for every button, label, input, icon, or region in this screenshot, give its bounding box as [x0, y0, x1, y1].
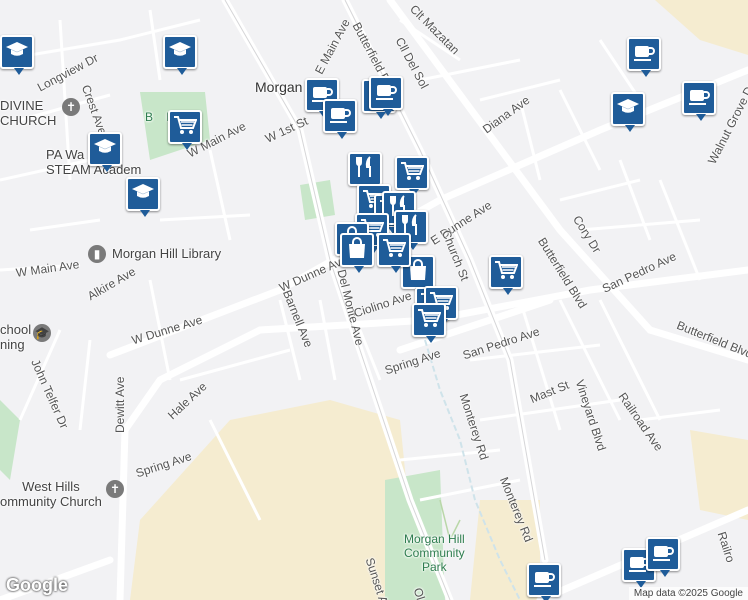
coffee-icon [651, 540, 675, 569]
street-label: Dewitt Ave [113, 376, 127, 433]
place-label-park: Morgan Hill Community Park [404, 532, 465, 574]
coffee-marker[interactable] [627, 37, 661, 77]
school-icon [168, 38, 192, 67]
shopping-cart-marker[interactable] [395, 156, 429, 196]
shopping-cart-marker[interactable] [168, 110, 202, 150]
shopping-cart-icon [417, 306, 442, 335]
shopping-cart-marker[interactable] [489, 255, 523, 295]
shopping-bag-marker[interactable] [340, 233, 374, 273]
place-label-school: chool ning [0, 322, 32, 352]
school-marker[interactable] [88, 132, 122, 172]
library-icon: ▮ [88, 245, 106, 263]
school-icon [131, 180, 155, 209]
shopping-cart-icon [494, 258, 519, 287]
school-marker[interactable] [163, 35, 197, 75]
shopping-cart-marker[interactable] [377, 233, 411, 273]
restaurant-marker[interactable] [348, 152, 382, 192]
shopping-cart-icon [400, 159, 425, 188]
school-icon [616, 95, 640, 124]
shopping-bag-icon [345, 236, 369, 265]
map-attribution[interactable]: Map data ©2025 Google [628, 587, 748, 600]
coffee-icon [632, 40, 656, 69]
shopping-cart-icon [382, 236, 407, 265]
school-icon [93, 135, 117, 164]
coffee-icon [374, 79, 398, 108]
coffee-marker[interactable] [369, 76, 403, 116]
coffee-marker[interactable] [646, 537, 680, 577]
restaurant-icon [353, 155, 377, 184]
school-marker[interactable] [0, 35, 34, 75]
city-label: Morgan [255, 79, 303, 95]
place-label-library: Morgan Hill Library [112, 246, 222, 261]
school-marker[interactable] [611, 92, 645, 132]
coffee-icon [687, 84, 711, 113]
coffee-icon [328, 102, 352, 131]
coffee-marker[interactable] [682, 81, 716, 121]
shopping-cart-icon [173, 113, 198, 142]
school-icon [5, 38, 29, 67]
church-icon: ✝ [62, 98, 80, 116]
school-icon: 🎓 [33, 324, 51, 342]
place-label-church-west: West Hills ommunity Church [0, 479, 102, 509]
coffee-icon [532, 566, 556, 595]
map-canvas[interactable]: Morgan E Main Ave Butterfield Blvd Butte… [0, 0, 748, 600]
school-marker[interactable] [126, 177, 160, 217]
place-label-church: DIVINE CHURCH [0, 98, 57, 128]
shopping-cart-marker[interactable] [412, 303, 446, 343]
coffee-marker[interactable] [527, 563, 561, 600]
google-logo: Google [6, 575, 68, 595]
church-icon: ✝ [106, 480, 124, 498]
coffee-marker[interactable] [323, 99, 357, 139]
